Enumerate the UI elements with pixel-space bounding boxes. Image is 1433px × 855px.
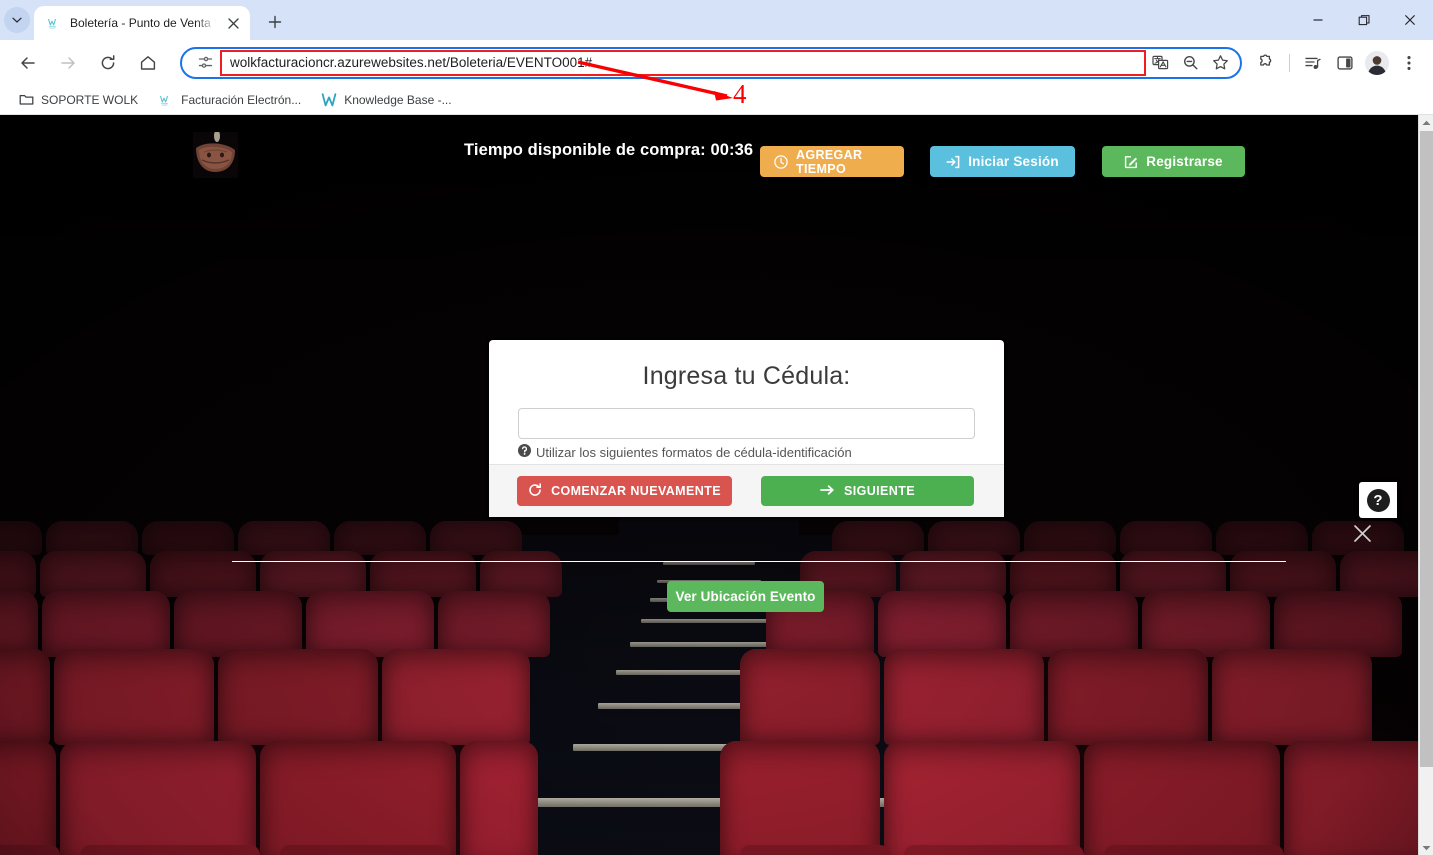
boleteria-page: Tiempo disponible de compra: 00:36 AGREG… <box>0 115 1418 855</box>
card-body: Ingresa tu Cédula: Utilizar los siguient… <box>489 340 1004 464</box>
tab-search-button[interactable] <box>0 0 34 40</box>
chevron-down-icon[interactable] <box>4 7 30 33</box>
section-divider <box>232 561 1286 562</box>
url-highlight-box: wolkfacturacioncr.azurewebsites.net/Bole… <box>220 49 1146 76</box>
site-header: Tiempo disponible de compra: 00:36 AGREG… <box>0 115 1418 190</box>
event-thumbnail-image <box>193 132 238 178</box>
star-icon[interactable] <box>1206 49 1234 77</box>
question-circle-icon <box>518 444 531 460</box>
siguiente-label: SIGUIENTE <box>844 484 915 498</box>
card-footer: COMENZAR NUEVAMENTE SIGUIENTE <box>489 464 1004 517</box>
comenzar-nuevamente-button[interactable]: COMENZAR NUEVAMENTE <box>517 476 732 506</box>
home-icon[interactable] <box>131 46 165 80</box>
scroll-up-arrow-icon[interactable] <box>1419 115 1433 130</box>
profile-avatar-icon[interactable] <box>1361 47 1393 79</box>
zoom-out-icon[interactable] <box>1176 49 1204 77</box>
card-title: Ingresa tu Cédula: <box>642 362 851 390</box>
scroll-down-arrow-icon[interactable] <box>1419 840 1433 855</box>
minimize-icon[interactable] <box>1295 0 1341 40</box>
cedula-help-row: Utilizar los siguientes formatos de cédu… <box>518 444 975 460</box>
browser-window: Boletería - Punto de Venta Wolk <box>0 0 1433 855</box>
translate-icon[interactable] <box>1146 49 1174 77</box>
purchase-timer: Tiempo disponible de compra: 00:36 <box>464 141 754 159</box>
bookmark-label: Facturación Electrón... <box>181 92 302 107</box>
scrollbar-thumb[interactable] <box>1420 131 1433 767</box>
sign-in-icon <box>946 155 960 169</box>
new-tab-button[interactable] <box>260 7 290 37</box>
agregar-tiempo-button[interactable]: AGREGAR TIEMPO <box>760 146 904 177</box>
edit-square-icon <box>1124 155 1138 169</box>
registrarse-label: Registrarse <box>1146 154 1223 169</box>
browser-toolbar: wolkfacturacioncr.azurewebsites.net/Bole… <box>0 40 1433 85</box>
arrow-left-icon[interactable] <box>11 46 45 80</box>
bookmark-item-soporte-wolk[interactable]: SOPORTE WOLK <box>10 88 146 112</box>
agregar-tiempo-label: AGREGAR TIEMPO <box>796 147 863 176</box>
comenzar-nuevamente-label: COMENZAR NUEVAMENTE <box>551 484 721 498</box>
tab-strip: Boletería - Punto de Venta Wolk <box>0 0 1433 40</box>
refresh-icon <box>528 482 542 500</box>
window-close-icon[interactable] <box>1387 0 1433 40</box>
bookmark-label: SOPORTE WOLK <box>41 92 139 107</box>
close-icon[interactable] <box>224 14 242 32</box>
toolbar-separator <box>1289 53 1290 72</box>
ver-ubicacion-label: Ver Ubicación Evento <box>675 589 816 604</box>
cedula-card: Ingresa tu Cédula: Utilizar los siguient… <box>489 340 1004 517</box>
question-mark-icon[interactable]: ? <box>1366 488 1390 512</box>
page-scrollbar[interactable] <box>1418 115 1433 855</box>
wolk-favicon-icon <box>158 92 174 108</box>
extensions-puzzle-icon[interactable] <box>1250 47 1282 79</box>
bookmarks-bar: SOPORTE WOLK Facturación Electrón... Kno… <box>0 85 1433 115</box>
toolbar-right-icons <box>1250 47 1425 79</box>
clock-icon <box>774 154 788 169</box>
address-bar[interactable]: wolkfacturacioncr.azurewebsites.net/Bole… <box>180 46 1242 79</box>
ver-ubicacion-evento-button[interactable]: Ver Ubicación Evento <box>667 581 824 612</box>
bookmark-item-knowledge-base[interactable]: Knowledge Base -... <box>313 88 459 112</box>
cedula-help-text: Utilizar los siguientes formatos de cédu… <box>536 444 852 460</box>
three-dot-menu-icon[interactable] <box>1393 47 1425 79</box>
cedula-input[interactable] <box>518 408 975 439</box>
registrarse-button[interactable]: Registrarse <box>1102 146 1245 177</box>
bookmark-item-facturacion[interactable]: Facturación Electrón... <box>150 88 309 112</box>
wolk-favicon-icon <box>46 15 62 31</box>
omnibox-actions <box>1146 49 1234 77</box>
bookmark-label: Knowledge Base -... <box>344 92 452 107</box>
reload-icon[interactable] <box>91 46 125 80</box>
site-settings-icon[interactable] <box>194 54 216 71</box>
window-controls <box>1295 0 1433 40</box>
tab-title: Boletería - Punto de Venta Wolk <box>70 16 216 30</box>
annotation-step-number: 4 <box>733 79 747 109</box>
page-viewport: Tiempo disponible de compra: 00:36 AGREG… <box>0 115 1433 855</box>
arrow-right-icon <box>820 483 835 500</box>
side-panel-icon[interactable] <box>1329 47 1361 79</box>
browser-tab[interactable]: Boletería - Punto de Venta Wolk <box>34 6 250 40</box>
help-widget-close-button[interactable] <box>1349 520 1375 546</box>
avatar[interactable] <box>1365 50 1389 75</box>
iniciar-sesion-button[interactable]: Iniciar Sesión <box>930 146 1075 177</box>
maximize-icon[interactable] <box>1341 0 1387 40</box>
help-widget-button[interactable]: ? <box>1359 482 1397 518</box>
w-logo-icon <box>321 92 337 108</box>
media-playlist-icon[interactable] <box>1297 47 1329 79</box>
arrow-right-icon[interactable] <box>51 46 85 80</box>
folder-icon <box>18 92 34 108</box>
siguiente-button[interactable]: SIGUIENTE <box>761 476 974 506</box>
iniciar-sesion-label: Iniciar Sesión <box>968 154 1059 169</box>
url-text[interactable]: wolkfacturacioncr.azurewebsites.net/Bole… <box>230 55 592 70</box>
